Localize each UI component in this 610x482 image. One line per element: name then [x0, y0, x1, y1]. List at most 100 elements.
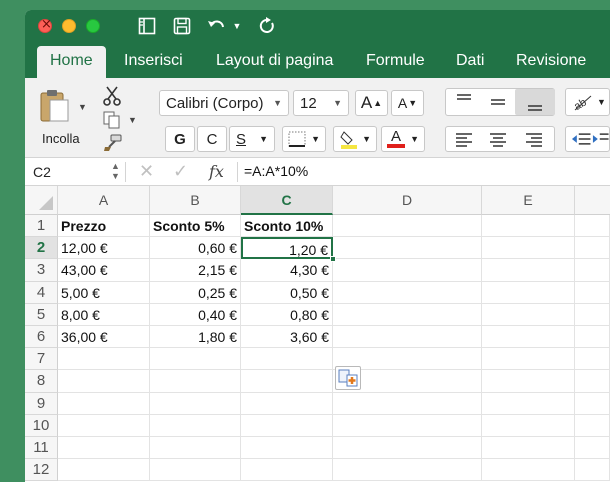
cell-e2[interactable]: [482, 237, 575, 260]
align-middle-icon[interactable]: [485, 92, 511, 112]
row-header-7[interactable]: 7: [25, 348, 58, 371]
cell-e3[interactable]: [482, 259, 575, 282]
cell-f6[interactable]: [575, 326, 610, 349]
font-name-select[interactable]: Calibri (Corpo) ▼: [159, 90, 289, 116]
cell-b1[interactable]: Sconto 5%: [150, 215, 241, 238]
column-header-d[interactable]: D: [333, 186, 482, 215]
save-icon[interactable]: [170, 15, 194, 37]
borders-button[interactable]: ▼: [282, 126, 326, 152]
increase-indent-icon[interactable]: [591, 129, 609, 149]
cell-a11[interactable]: [58, 437, 150, 460]
align-left-icon[interactable]: [451, 129, 477, 149]
cell-a10[interactable]: [58, 414, 150, 437]
decrease-indent-icon[interactable]: [570, 129, 591, 149]
cell-e11[interactable]: [482, 437, 575, 460]
cell-a5[interactable]: 8,00 €: [58, 303, 150, 326]
cell-e5[interactable]: [482, 303, 575, 326]
cell-f1[interactable]: [575, 215, 610, 238]
cell-d10[interactable]: [333, 414, 482, 437]
cell-a8[interactable]: [58, 370, 150, 393]
orientation-button[interactable]: ab ▼: [565, 88, 610, 116]
cell-f12[interactable]: [575, 459, 610, 482]
tab-layout-di-pagina[interactable]: Layout di pagina: [216, 46, 333, 78]
paste-options-icon[interactable]: [335, 366, 361, 390]
tab-formule[interactable]: Formule: [366, 46, 425, 78]
cell-a6[interactable]: 36,00 €: [58, 326, 150, 349]
cell-e7[interactable]: [482, 348, 575, 371]
tab-dati[interactable]: Dati: [456, 46, 484, 78]
cell-b3[interactable]: 2,15 €: [150, 259, 241, 282]
redo-icon[interactable]: [255, 15, 279, 37]
fill-color-button[interactable]: ▼: [333, 126, 377, 152]
formula-input[interactable]: =A:A*10%: [244, 163, 308, 179]
cell-f7[interactable]: [575, 348, 610, 371]
row-header-4[interactable]: 4: [25, 281, 58, 304]
cell-c4[interactable]: 0,50 €: [241, 281, 333, 304]
cell-b8[interactable]: [150, 370, 241, 393]
cell-e4[interactable]: [482, 281, 575, 304]
font-size-select[interactable]: 12 ▼: [293, 90, 349, 116]
row-header-11[interactable]: 11: [25, 437, 58, 460]
cell-b2[interactable]: 0,60 €: [150, 237, 241, 260]
cell-b12[interactable]: [150, 459, 241, 482]
cell-c7[interactable]: [241, 348, 333, 371]
cell-d4[interactable]: [333, 281, 482, 304]
row-header-12[interactable]: 12: [25, 459, 58, 482]
paste-clipboard-icon[interactable]: [37, 88, 73, 124]
tab-home[interactable]: Home: [37, 46, 106, 78]
row-header-2[interactable]: 2: [25, 237, 58, 260]
cell-e10[interactable]: [482, 414, 575, 437]
cell-d5[interactable]: [333, 303, 482, 326]
copy-icon[interactable]: [102, 111, 122, 129]
bold-button[interactable]: G: [165, 126, 195, 152]
align-bottom-icon[interactable]: [515, 89, 555, 115]
cell-d1[interactable]: [333, 215, 482, 238]
align-center-icon[interactable]: [485, 129, 511, 149]
column-header-c[interactable]: C: [241, 186, 333, 215]
row-header-1[interactable]: 1: [25, 215, 58, 238]
column-header-f[interactable]: [575, 186, 610, 215]
cell-a12[interactable]: [58, 459, 150, 482]
paste-dropdown-chevron-icon[interactable]: ▼: [78, 102, 87, 112]
shrink-font-button[interactable]: A ▼: [391, 90, 424, 116]
align-right-icon[interactable]: [521, 129, 547, 149]
close-window-button[interactable]: [38, 17, 52, 33]
insert-function-icon[interactable]: fx: [209, 162, 224, 181]
undo-dropdown-chevron-icon[interactable]: ▼: [231, 15, 243, 37]
column-header-e[interactable]: E: [482, 186, 575, 215]
cell-f8[interactable]: [575, 370, 610, 393]
cell-d6[interactable]: [333, 326, 482, 349]
cell-b7[interactable]: [150, 348, 241, 371]
row-header-3[interactable]: 3: [25, 259, 58, 282]
cell-b4[interactable]: 0,25 €: [150, 281, 241, 304]
cell-d9[interactable]: [333, 392, 482, 415]
cell-e6[interactable]: [482, 326, 575, 349]
tab-revisione[interactable]: Revisione: [516, 46, 586, 78]
cut-scissors-icon[interactable]: [102, 86, 122, 106]
cell-f2[interactable]: [575, 237, 610, 260]
cell-c10[interactable]: [241, 414, 333, 437]
cell-f10[interactable]: [575, 414, 610, 437]
cell-e9[interactable]: [482, 392, 575, 415]
grow-font-button[interactable]: A ▲: [355, 90, 388, 116]
cell-c8[interactable]: [241, 370, 333, 393]
cell-c5[interactable]: 0,80 €: [241, 303, 333, 326]
format-painter-icon[interactable]: [103, 134, 123, 152]
cell-c3[interactable]: 4,30 €: [241, 259, 333, 282]
cell-b9[interactable]: [150, 392, 241, 415]
tab-inserisci[interactable]: Inserisci: [124, 46, 183, 78]
cell-e8[interactable]: [482, 370, 575, 393]
cell-e12[interactable]: [482, 459, 575, 482]
cell-b11[interactable]: [150, 437, 241, 460]
cell-d3[interactable]: [333, 259, 482, 282]
row-header-6[interactable]: 6: [25, 326, 58, 349]
cell-c12[interactable]: [241, 459, 333, 482]
column-header-b[interactable]: B: [150, 186, 241, 215]
cell-c1[interactable]: Sconto 10%: [241, 215, 333, 238]
row-header-9[interactable]: 9: [25, 392, 58, 415]
cell-a4[interactable]: 5,00 €: [58, 281, 150, 304]
select-all-corner[interactable]: [25, 186, 58, 215]
cell-d12[interactable]: [333, 459, 482, 482]
cell-f5[interactable]: [575, 303, 610, 326]
align-top-icon[interactable]: [451, 92, 477, 112]
